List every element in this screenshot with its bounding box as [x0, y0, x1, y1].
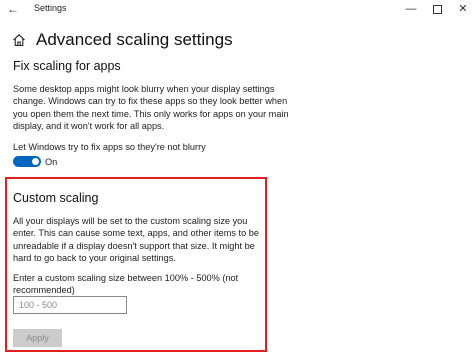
- home-icon[interactable]: [12, 33, 26, 47]
- custom-scaling-heading: Custom scaling: [13, 191, 99, 205]
- window-title: Settings: [34, 3, 67, 13]
- toggle-knob: [32, 158, 39, 165]
- fix-apps-toggle-state: On: [45, 157, 58, 167]
- custom-scaling-description: All your displays will be set to the cus…: [13, 216, 259, 263]
- fix-apps-toggle[interactable]: [13, 156, 41, 167]
- title-bar: ← Settings — ✕: [0, 0, 474, 18]
- fix-scaling-heading: Fix scaling for apps: [13, 59, 121, 73]
- fix-scaling-description: Some desktop apps might look blurry when…: [13, 84, 289, 131]
- back-arrow-icon[interactable]: ←: [6, 2, 20, 16]
- custom-scaling-prompt: Enter a custom scaling size between 100%…: [13, 273, 239, 296]
- page-title: Advanced scaling settings: [36, 30, 233, 49]
- custom-scaling-input[interactable]: [13, 296, 127, 314]
- maximize-button[interactable]: [424, 0, 450, 18]
- maximize-icon: [432, 4, 442, 14]
- fix-apps-toggle-label: Let Windows try to fix apps so they're n…: [13, 142, 206, 152]
- apply-button[interactable]: Apply: [13, 329, 62, 347]
- close-button[interactable]: ✕: [450, 0, 474, 18]
- minimize-button[interactable]: —: [398, 0, 424, 18]
